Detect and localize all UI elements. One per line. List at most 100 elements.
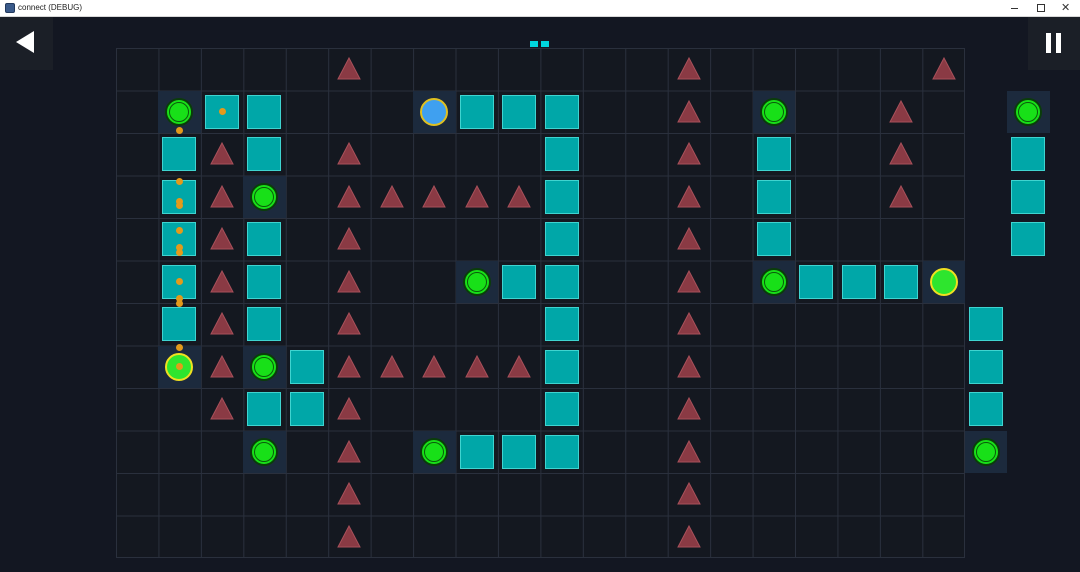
- start-node[interactable]: [413, 90, 456, 133]
- spike-icon: [464, 184, 489, 207]
- goal-node[interactable]: [922, 260, 965, 303]
- app-icon: [5, 3, 15, 13]
- spike-hazard: [456, 176, 498, 219]
- pipe-block[interactable]: [838, 261, 880, 304]
- pipe-block[interactable]: [541, 261, 583, 304]
- pipe-block[interactable]: [243, 133, 285, 176]
- close-icon: ✕: [1061, 2, 1071, 14]
- spike-hazard: [413, 346, 455, 389]
- pipe-block[interactable]: [753, 176, 795, 219]
- spike-icon: [337, 56, 362, 80]
- block-tile: [969, 392, 1003, 426]
- connector-node[interactable]: [1007, 90, 1050, 133]
- block-tile: [289, 349, 324, 384]
- level-progress-indicator: [530, 41, 538, 47]
- pipe-block[interactable]: [1007, 176, 1049, 219]
- pause-button[interactable]: [1028, 17, 1080, 70]
- path-dot: [176, 248, 184, 256]
- pipe-block[interactable]: [243, 303, 285, 346]
- pipe-block[interactable]: [541, 218, 583, 261]
- pipe-block[interactable]: [541, 388, 583, 431]
- pipe-block[interactable]: [286, 346, 328, 389]
- pipe-block[interactable]: [243, 261, 285, 304]
- spike-hazard: [371, 346, 413, 389]
- pipe-block[interactable]: [795, 261, 837, 304]
- block-tile: [289, 392, 324, 426]
- spike-icon: [677, 396, 701, 420]
- pipe-block[interactable]: [456, 91, 498, 134]
- pipe-block[interactable]: [498, 91, 540, 134]
- spike-hazard: [668, 473, 710, 516]
- pause-icon: [1056, 33, 1061, 53]
- spike-icon: [677, 226, 701, 250]
- spike-hazard: [668, 48, 710, 91]
- block-tile: [969, 307, 1003, 341]
- pipe-block[interactable]: [965, 346, 1007, 389]
- green-node-icon: [972, 437, 1000, 466]
- spike-hazard: [328, 218, 370, 261]
- spike-icon: [677, 269, 701, 292]
- connector-node[interactable]: [243, 430, 286, 473]
- maximize-button[interactable]: [1028, 0, 1054, 16]
- maximize-icon: [1037, 4, 1045, 12]
- pipe-block[interactable]: [541, 133, 583, 176]
- pipe-block[interactable]: [243, 388, 285, 431]
- spike-icon: [677, 311, 701, 335]
- connector-node[interactable]: [243, 175, 286, 218]
- block-tile: [756, 179, 791, 214]
- back-arrow-icon: [16, 31, 34, 53]
- connector-node[interactable]: [752, 90, 796, 133]
- pipe-block[interactable]: [456, 431, 498, 474]
- block-tile: [502, 264, 537, 299]
- block-tile: [502, 434, 537, 469]
- spike-icon: [337, 226, 362, 250]
- connector-node[interactable]: [455, 260, 499, 303]
- pipe-block[interactable]: [541, 176, 583, 219]
- pipe-block[interactable]: [243, 218, 285, 261]
- pipe-block[interactable]: [498, 261, 540, 304]
- pipe-block[interactable]: [158, 133, 200, 176]
- pipe-block[interactable]: [753, 133, 795, 176]
- pipe-block[interactable]: [541, 91, 583, 134]
- minimize-button[interactable]: [1002, 0, 1028, 16]
- block-tile: [756, 137, 791, 171]
- yellow-node-icon: [929, 267, 958, 296]
- connector-node[interactable]: [752, 260, 796, 303]
- pipe-block[interactable]: [965, 388, 1007, 431]
- pipe-block[interactable]: [158, 303, 200, 346]
- spike-icon: [931, 56, 956, 80]
- pipe-block[interactable]: [965, 303, 1007, 346]
- spike-hazard: [668, 261, 710, 304]
- spike-hazard: [498, 176, 540, 219]
- pipe-block[interactable]: [541, 431, 583, 474]
- spike-hazard: [328, 133, 370, 176]
- pipe-block[interactable]: [541, 303, 583, 346]
- pipe-block[interactable]: [1007, 218, 1049, 261]
- pipe-block[interactable]: [243, 91, 285, 134]
- spike-icon: [337, 481, 362, 505]
- pipe-block[interactable]: [1007, 133, 1049, 176]
- spike-hazard: [328, 261, 370, 304]
- pipe-block[interactable]: [753, 218, 795, 261]
- block-tile: [969, 349, 1003, 384]
- window-title-bar: connect (DEBUG) ✕: [0, 0, 1080, 17]
- spike-hazard: [668, 346, 710, 389]
- green-node-icon: [759, 97, 788, 126]
- pipe-block[interactable]: [880, 261, 922, 304]
- block-tile: [247, 307, 282, 341]
- blue-node-icon: [420, 97, 449, 126]
- back-button[interactable]: [0, 17, 53, 70]
- close-button[interactable]: ✕: [1054, 0, 1080, 16]
- pipe-block[interactable]: [286, 388, 328, 431]
- spike-icon: [210, 396, 234, 420]
- spike-icon: [337, 311, 362, 335]
- spike-icon: [422, 184, 446, 207]
- spike-icon: [337, 141, 362, 165]
- connector-node[interactable]: [413, 430, 456, 473]
- pipe-block[interactable]: [498, 431, 540, 474]
- connector-node[interactable]: [243, 345, 286, 388]
- spike-hazard: [498, 346, 540, 389]
- connector-node[interactable]: [965, 430, 1008, 473]
- spike-icon: [210, 311, 234, 335]
- pipe-block[interactable]: [541, 346, 583, 389]
